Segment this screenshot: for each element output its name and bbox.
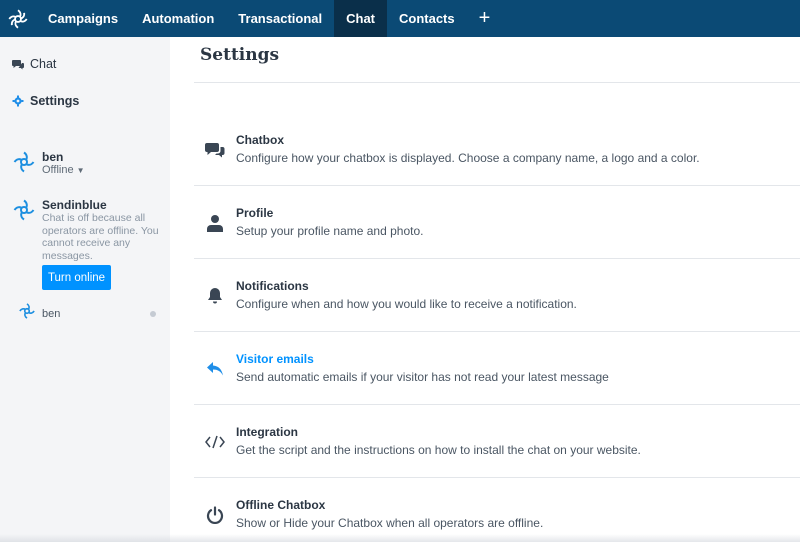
nav-campaigns[interactable]: Campaigns [36, 0, 130, 37]
row-title: Profile [236, 206, 274, 220]
settings-row-profile[interactable]: Profile Setup your profile name and phot… [194, 186, 800, 259]
page-title: Settings [200, 45, 280, 65]
nav-chat[interactable]: Chat [334, 0, 387, 37]
agent-avatar-icon [18, 302, 36, 325]
sidebar-item-label: Chat [30, 57, 57, 71]
company-logo-icon [12, 198, 36, 222]
agent-status-dot [150, 310, 156, 317]
row-description: Show or Hide your Chatbox when all opera… [236, 516, 544, 530]
sidebar-item-chat[interactable]: Chat [12, 57, 56, 71]
settings-row-visitor-emails[interactable]: Visitor emails Send automatic emails if … [194, 332, 800, 405]
row-description: Configure how your chatbox is displayed.… [236, 151, 700, 165]
settings-row-integration[interactable]: Integration Get the script and the instr… [194, 405, 800, 478]
row-title: Chatbox [236, 133, 284, 147]
company-status: Sendinblue Chat is off because all opera… [12, 198, 162, 262]
company-name: Sendinblue [42, 198, 107, 212]
row-description: Configure when and how you would like to… [236, 297, 577, 311]
user-icon [204, 186, 226, 259]
operator-status-label: Offline [42, 164, 74, 176]
sendinblue-logo-icon[interactable] [0, 0, 36, 37]
sidebar: Chat Settings ben Offline ▼ Sendinblue C… [0, 37, 170, 542]
reply-arrow-icon [204, 332, 226, 405]
current-operator[interactable]: ben Offline ▼ [12, 150, 85, 176]
settings-panel: Settings Chatbox Configure how your chat… [170, 37, 800, 542]
divider [194, 82, 800, 83]
nav-transactional[interactable]: Transactional [226, 0, 334, 37]
gear-icon [12, 95, 30, 107]
agent-name: ben [42, 307, 61, 320]
settings-row-chatbox[interactable]: Chatbox Configure how your chatbox is di… [194, 113, 800, 186]
row-description: Send automatic emails if your visitor ha… [236, 370, 609, 384]
chat-bubbles-icon [204, 113, 226, 186]
row-title: Visitor emails [236, 352, 314, 366]
top-nav-bar: Campaigns Automation Transactional Chat … [0, 0, 800, 37]
operator-status-dropdown[interactable]: Offline ▼ [42, 164, 85, 176]
bell-icon [204, 259, 226, 332]
row-description: Setup your profile name and photo. [236, 224, 424, 238]
settings-row-offline-chatbox[interactable]: Offline Chatbox Show or Hide your Chatbo… [194, 478, 800, 542]
agent-list-item[interactable]: ben [18, 302, 156, 325]
row-title: Offline Chatbox [236, 498, 326, 512]
sidebar-item-settings[interactable]: Settings [12, 94, 79, 108]
row-title: Notifications [236, 279, 309, 293]
sidebar-item-label: Settings [30, 94, 80, 108]
power-icon [204, 478, 226, 542]
code-icon [204, 405, 226, 478]
nav-automation[interactable]: Automation [130, 0, 226, 37]
bottom-shadow [0, 534, 800, 542]
avatar [12, 150, 36, 174]
turn-online-button[interactable]: Turn online [42, 265, 111, 290]
add-menu-button[interactable]: + [467, 0, 503, 37]
caret-down-icon: ▼ [76, 166, 85, 175]
offline-message: Chat is off because all operators are of… [42, 212, 159, 262]
chat-bubbles-icon [12, 59, 30, 70]
operator-name: ben [42, 150, 64, 164]
settings-row-notifications[interactable]: Notifications Configure when and how you… [194, 259, 800, 332]
row-description: Get the script and the instructions on h… [236, 443, 641, 457]
row-title: Integration [236, 425, 298, 439]
nav-contacts[interactable]: Contacts [387, 0, 467, 37]
